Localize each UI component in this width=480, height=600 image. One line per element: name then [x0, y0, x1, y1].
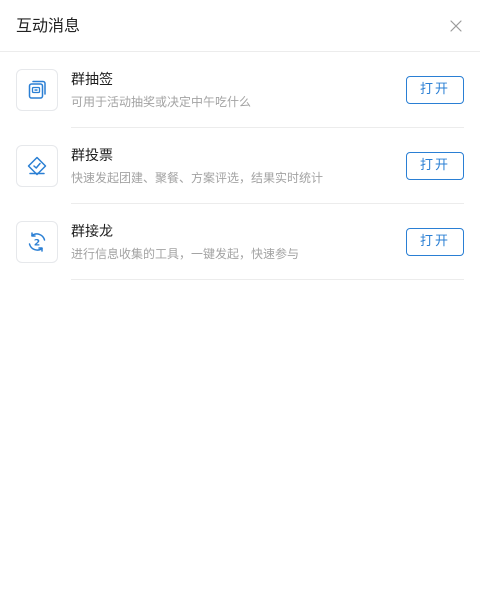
open-lottery-button[interactable]: 打开 [406, 76, 464, 104]
lottery-icon [16, 69, 58, 111]
item-description: 可用于活动抽奖或决定中午吃什么 [71, 95, 252, 109]
close-icon[interactable] [448, 18, 464, 34]
item-name: 群抽签 [71, 72, 113, 88]
svg-text:2: 2 [34, 239, 40, 249]
vote-icon [16, 145, 58, 187]
item-name: 群接龙 [71, 224, 113, 240]
list-item-lottery: 群抽签 可用于活动抽奖或决定中午吃什么 打开 [0, 52, 480, 128]
list-item-relay: 2 群接龙 进行信息收集的工具，一键发起，快速参与 打开 [0, 204, 480, 280]
open-vote-button[interactable]: 打开 [406, 152, 464, 180]
panel-title: 互动消息 [16, 16, 81, 35]
item-description: 进行信息收集的工具，一键发起，快速参与 [71, 247, 300, 261]
interactive-messages-panel: 互动消息 群抽签 可用于活动抽奖或决定中午吃什么 打开 群投票 快速发起团建、聚… [0, 0, 480, 600]
divider [71, 279, 464, 280]
item-name: 群投票 [71, 148, 113, 164]
tool-list: 群抽签 可用于活动抽奖或决定中午吃什么 打开 群投票 快速发起团建、聚餐、方案评… [0, 52, 480, 280]
relay-icon: 2 [16, 221, 58, 263]
panel-header: 互动消息 [0, 0, 480, 52]
item-description: 快速发起团建、聚餐、方案评选，结果实时统计 [71, 171, 324, 185]
list-item-vote: 群投票 快速发起团建、聚餐、方案评选，结果实时统计 打开 [0, 128, 480, 204]
open-relay-button[interactable]: 打开 [406, 228, 464, 256]
